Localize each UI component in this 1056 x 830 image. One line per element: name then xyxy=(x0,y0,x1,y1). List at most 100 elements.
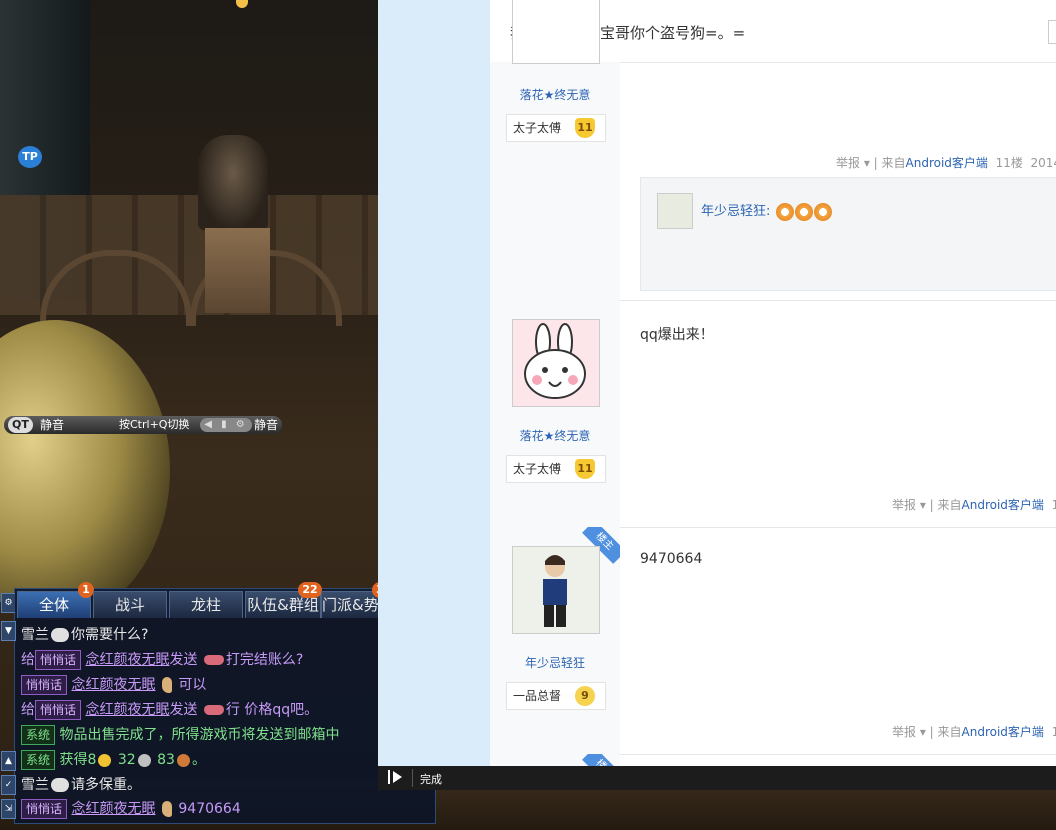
reply-content: 年少忌轻狂: xyxy=(701,200,832,221)
bunny-avatar-icon xyxy=(524,323,586,399)
qt-logo[interactable]: QT xyxy=(8,417,33,433)
avatar[interactable] xyxy=(512,0,600,64)
whisper-tag: 悄悄话 xyxy=(21,675,68,695)
volume-controls[interactable]: ◀ ▮ ⚙ xyxy=(200,418,252,432)
level-icon: 11 xyxy=(575,118,595,138)
divider xyxy=(412,769,413,787)
post-meta: 举报 ▾ | 来自Android客户端 11楼 2014 xyxy=(836,154,1056,171)
level-icon: 11 xyxy=(575,459,595,479)
post-meta: 举报 ▾ | 来自Android客户端 1 xyxy=(892,496,1056,513)
chat-line: 给悄悄话 念红颜夜无眠发送 行 价格qq吧。 xyxy=(21,700,319,720)
voice-chat-bar: QT 静音 按Ctrl+Q切换 ◀ ▮ ⚙ 静音 xyxy=(4,416,282,434)
unread-badge: 1 xyxy=(78,582,94,598)
player-name-link[interactable]: 念红颜夜无眠 xyxy=(71,801,155,817)
lamp-icon xyxy=(236,0,248,8)
play-icon[interactable] xyxy=(388,770,404,784)
author-name[interactable]: 落花★终无意 xyxy=(490,427,620,444)
floor-number: 1 xyxy=(1051,498,1056,512)
chat-line: 悄悄话 念红颜夜无眠 9470664 xyxy=(21,797,241,821)
lips-icon xyxy=(203,705,224,715)
page-left-margin xyxy=(378,0,490,790)
chat-window: ⚙ ▼ ▲ ✓ ⇲ 全体 1 战斗 龙柱 队伍&群组 22 门派&势 3 雪兰你… xyxy=(1,582,436,824)
person-avatar-icon xyxy=(543,555,567,627)
gold-coin-icon xyxy=(98,753,112,767)
player-name-link[interactable]: 念红颜夜无眠 xyxy=(85,702,169,718)
bottom-toolbar: 完成 xyxy=(378,766,1056,790)
chat-line: 系统 物品出售完成了，所得游戏币将发送到邮箱中 xyxy=(21,723,431,747)
tab-dragon-pillar[interactable]: 龙柱 xyxy=(169,591,243,618)
report-link[interactable]: 举报 xyxy=(892,498,916,512)
tab-battle[interactable]: 战斗 xyxy=(93,591,167,618)
scroll-bottom-icon[interactable]: ⇲ xyxy=(1,799,16,819)
rank-badge: 一品总督 9 xyxy=(506,682,606,710)
reply-author[interactable]: 年少忌轻狂: xyxy=(701,204,770,219)
scroll-up-icon[interactable]: ▲ xyxy=(1,751,16,771)
author-column: 落花★终无意 太子太傅 11 xyxy=(490,300,620,527)
post-date: 2014 xyxy=(1030,156,1056,170)
lips-icon xyxy=(203,655,224,665)
post-content: 9470664 xyxy=(640,551,703,567)
player-name-link[interactable]: 念红颜夜无眠 xyxy=(85,652,169,668)
rank-badge: 太子太傅 11 xyxy=(506,114,606,142)
ear-icon xyxy=(161,677,172,693)
avatar[interactable] xyxy=(512,319,600,407)
chat-line: 悄悄话 念红颜夜无眠 可以 xyxy=(21,673,206,697)
lion-statue xyxy=(198,135,268,230)
chat-tabs: 全体 1 战斗 龙柱 队伍&群组 22 门派&势 3 xyxy=(15,582,435,618)
report-link[interactable]: 举报 xyxy=(892,725,916,739)
forum-post: 落花★终无意 太子太傅 11 qq爆出来！ 举报 ▾ | 来自Android客户… xyxy=(490,300,1056,528)
scroll-check-icon[interactable]: ✓ xyxy=(1,775,16,795)
author-column: 楼主 年少忌轻狂 一品总督 9 xyxy=(490,527,620,754)
post-content: qq爆出来！ xyxy=(640,327,714,343)
system-tag: 系统 xyxy=(21,750,56,770)
header-button[interactable] xyxy=(1048,20,1056,44)
mute-label-right[interactable]: 静音 xyxy=(254,416,278,434)
level-icon: 9 xyxy=(575,686,595,706)
golden-armor xyxy=(0,320,170,620)
avatar[interactable] xyxy=(512,546,600,634)
chat-line: 雪兰 你需要什么? xyxy=(21,627,149,643)
floor-number: 1 xyxy=(1051,725,1056,739)
tab-all[interactable]: 全体 1 xyxy=(17,582,94,618)
emoji-icon xyxy=(813,202,832,221)
forum-page: 我丢你螺丝，宝哥你个盗号狗=。= 落花★终无意 太子太傅 11 举报 ▾ | 来… xyxy=(378,0,1056,790)
unread-badge: 22 xyxy=(298,582,322,598)
copper-coin-icon xyxy=(176,753,190,767)
statue-pedestal xyxy=(205,228,270,313)
source-link[interactable]: Android客户端 xyxy=(906,156,988,170)
silver-coin-icon xyxy=(137,753,151,767)
toggle-hint: 按Ctrl+Q切换 xyxy=(119,418,190,431)
whisper-tag: 悄悄话 xyxy=(35,650,82,670)
ear-icon xyxy=(161,801,172,817)
whisper-tag: 悄悄话 xyxy=(21,799,68,819)
emoji-icon xyxy=(775,202,794,221)
rank-badge: 太子太傅 11 xyxy=(506,455,606,483)
chat-line: 系统 获得8 32 83。 xyxy=(21,748,206,772)
reply-avatar[interactable] xyxy=(657,193,693,229)
reply-box: 年少忌轻狂: xyxy=(640,177,1056,291)
source-link[interactable]: Android客户端 xyxy=(962,498,1044,512)
report-link[interactable]: 举报 xyxy=(836,156,860,170)
author-name[interactable]: 年少忌轻狂 xyxy=(490,654,620,671)
author-column: 落花★终无意 太子太傅 11 xyxy=(490,0,620,300)
emoji-icon xyxy=(794,202,813,221)
forum-post: 落花★终无意 太子太傅 11 举报 ▾ | 来自Android客户端 11楼 2… xyxy=(490,0,1056,301)
system-tag: 系统 xyxy=(21,725,56,745)
forum-post: 楼主 年少忌轻狂 一品总督 9 9470664 举报 ▾ | 来自Android… xyxy=(490,527,1056,755)
whisper-tag: 悄悄话 xyxy=(35,700,82,720)
post-meta: 举报 ▾ | 来自Android客户端 1 xyxy=(892,723,1056,740)
source-link[interactable]: Android客户端 xyxy=(962,725,1044,739)
chat-line: 给悄悄话 念红颜夜无眠发送 打完结账么? xyxy=(21,650,304,670)
author-name[interactable]: 落花★终无意 xyxy=(490,86,620,103)
chat-filter-icon[interactable]: ▼ xyxy=(1,621,16,641)
player-name-link[interactable]: 念红颜夜无眠 xyxy=(71,677,155,693)
speech-bubble-icon xyxy=(51,778,69,792)
done-label[interactable]: 完成 xyxy=(420,771,442,787)
floor-number: 11楼 xyxy=(995,156,1023,170)
tab-team-group[interactable]: 队伍&群组 22 xyxy=(245,582,322,618)
chat-settings-icon[interactable]: ⚙ xyxy=(1,593,16,613)
speech-bubble-icon xyxy=(51,628,69,642)
chat-line: 雪兰 请多保重。 xyxy=(21,777,141,793)
mute-label[interactable]: 静音 xyxy=(40,416,64,434)
tp-icon[interactable]: TP xyxy=(18,146,42,168)
